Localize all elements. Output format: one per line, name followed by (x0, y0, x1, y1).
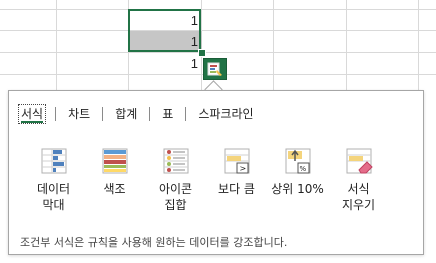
svg-text:%: % (299, 165, 306, 173)
data-bar-icon (41, 148, 66, 174)
gridline (273, 0, 274, 90)
formatting-options: 데이터 막대 색조 아이콘 집합 > 보다 큼 % 상위 10% 서식 지우기 (23, 147, 389, 213)
fill-handle[interactable] (198, 49, 206, 57)
greater-than-button[interactable]: > 보다 큼 (206, 147, 267, 213)
item-label: 데이터 막대 (36, 182, 71, 212)
tab-tables[interactable]: 표 (160, 105, 175, 123)
cell-value[interactable]: 1 (129, 10, 202, 31)
tab-formatting[interactable]: 서식 (17, 104, 47, 124)
gridline (0, 9, 436, 10)
icon-set-icon (163, 148, 188, 174)
tab-sparklines[interactable]: 스파크라인 (196, 105, 255, 123)
tab-separator (55, 107, 57, 121)
item-label: 아이콘 집합 (158, 182, 193, 212)
panel-description: 조건부 서식은 규칙을 사용해 원하는 데이터를 강조합니다. (20, 236, 288, 249)
gridline (0, 30, 436, 31)
cell-value[interactable]: 1 (129, 53, 202, 74)
gridline (56, 0, 57, 90)
greater-than-icon: > (224, 148, 249, 174)
quick-analysis-panel: 서식 차트 합계 표 스파크라인 데이터 막대 색조 아이콘 집합 > 보다 큼… (8, 90, 424, 255)
gridline (346, 0, 347, 90)
tab-charts[interactable]: 차트 (66, 105, 92, 123)
clear-format-button[interactable]: 서식 지우기 (328, 147, 389, 213)
top-10-percent-icon: % (285, 148, 310, 174)
tab-separator (102, 107, 104, 121)
color-scale-icon (102, 148, 127, 174)
data-bar-button[interactable]: 데이터 막대 (23, 147, 84, 213)
clear-format-icon (346, 148, 373, 174)
color-scale-button[interactable]: 색조 (84, 147, 145, 213)
icon-set-button[interactable]: 아이콘 집합 (145, 147, 206, 213)
cell-value[interactable]: 1 (129, 31, 202, 52)
top-10-percent-button[interactable]: % 상위 10% (267, 147, 328, 213)
svg-text:>: > (239, 164, 246, 173)
gridline (0, 52, 436, 53)
item-label: 상위 10% (271, 182, 324, 196)
tab-bar: 서식 차트 합계 표 스파크라인 (17, 104, 256, 124)
tab-separator (185, 107, 187, 121)
quick-analysis-button[interactable] (203, 58, 227, 80)
tab-totals[interactable]: 합계 (113, 105, 139, 123)
item-label: 서식 지우기 (341, 182, 376, 212)
item-label: 색조 (103, 182, 126, 196)
tab-separator (149, 107, 151, 121)
item-label: 보다 큼 (218, 182, 255, 196)
quick-analysis-icon (207, 62, 222, 76)
gridline (418, 0, 419, 90)
